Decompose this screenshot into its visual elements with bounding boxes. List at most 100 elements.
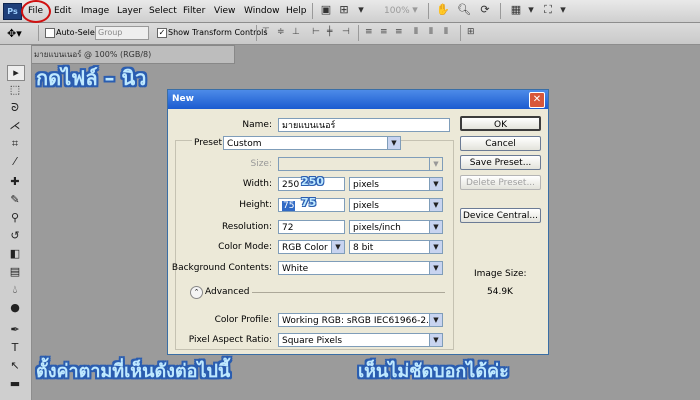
dialog-titlebar[interactable]: New ✕ [168, 90, 548, 109]
options-separator [460, 25, 461, 41]
background-contents-label: Background Contents: [171, 263, 272, 273]
menu-layer[interactable]: Layer [117, 4, 142, 18]
align-top-icon[interactable]: ⊤ [262, 27, 272, 38]
clone-stamp-tool-icon[interactable]: ⚲ [7, 211, 23, 225]
show-transform-checkbox[interactable]: ✓ [157, 28, 167, 38]
device-central-button[interactable]: Device Central... [460, 208, 541, 223]
resolution-unit-dropdown[interactable]: pixels/inch ▼ [349, 220, 443, 234]
blur-tool-icon[interactable]: 💧︎ [7, 283, 23, 297]
align-vcenter-icon[interactable]: ≑ [277, 27, 287, 38]
chevron-down-icon: ▼ [429, 178, 442, 190]
extras-icon[interactable]: ⊞ [336, 3, 352, 17]
align-right-icon[interactable]: ⊣ [342, 27, 352, 38]
distribute-hcenter-icon[interactable]: ⦀ [429, 27, 439, 38]
move-tool-icon[interactable]: ▸ [7, 65, 25, 81]
color-profile-dropdown[interactable]: Working RGB: sRGB IEC61966-2.1 ▼ [278, 313, 443, 327]
height-handwritten-annotation: 75 [301, 196, 317, 209]
ok-button[interactable]: OK [460, 116, 541, 131]
background-contents-dropdown[interactable]: White ▼ [278, 261, 443, 275]
rotate-view-icon[interactable]: ⟳ [477, 3, 493, 17]
type-tool-icon[interactable]: T [7, 341, 23, 355]
color-mode-dropdown[interactable]: RGB Color ▼ [278, 240, 345, 254]
align-bottom-icon[interactable]: ⊥ [292, 27, 302, 38]
close-icon[interactable]: ✕ [529, 92, 545, 108]
healing-brush-tool-icon[interactable]: ✚ [7, 175, 23, 189]
screen-mode-dropdown-icon[interactable]: ▾ [558, 3, 568, 17]
preset-value: Custom [227, 139, 262, 149]
save-preset-button[interactable]: Save Preset... [460, 155, 541, 170]
eraser-tool-icon[interactable]: ◧ [7, 247, 23, 261]
distribute-left-icon[interactable]: ⦀ [414, 27, 424, 38]
new-document-dialog: New ✕ Name: มายแบนเนอร์ Preset: Custom ▼… [167, 89, 549, 355]
history-brush-tool-icon[interactable]: ↺ [7, 229, 23, 243]
auto-align-layers-icon[interactable]: ⊞ [467, 27, 477, 38]
height-unit-dropdown[interactable]: pixels ▼ [349, 198, 443, 212]
resolution-unit-value: pixels/inch [353, 223, 401, 233]
gradient-tool-icon[interactable]: ▤ [7, 265, 23, 279]
move-tool-preset-icon[interactable]: ✥▾ [7, 26, 33, 41]
resolution-field[interactable]: 72 [278, 220, 345, 234]
menu-help[interactable]: Help [286, 4, 307, 18]
height-value: 75 [282, 201, 296, 211]
auto-select-checkbox[interactable] [45, 28, 55, 38]
menu-window[interactable]: Window [244, 4, 280, 18]
bridge-icon[interactable]: ▣ [318, 3, 334, 17]
bit-depth-dropdown[interactable]: 8 bit ▼ [349, 240, 443, 254]
menu-image[interactable]: Image [81, 4, 109, 18]
options-bar: ✥▾ Auto-Select: Group ✓ Show Transform C… [0, 23, 700, 45]
pen-tool-icon[interactable]: ✒ [7, 323, 23, 337]
preset-dropdown[interactable]: Custom ▼ [223, 136, 401, 150]
advanced-label: Advanced [205, 287, 250, 297]
zoom-tool-icon[interactable]: 🔍︎ [456, 3, 472, 17]
shape-tool-icon[interactable]: ▬ [7, 377, 23, 391]
menu-view[interactable]: View [214, 4, 235, 18]
height-unit-value: pixels [353, 201, 379, 211]
color-mode-label: Color Mode: [218, 242, 272, 252]
annotation-bottom-left: ตั้งค่าตามที่เห็นดังต่อไปนี้ [36, 361, 231, 382]
image-size-label: Image Size: [474, 269, 527, 279]
width-unit-dropdown[interactable]: pixels ▼ [349, 177, 443, 191]
size-label: Size: [250, 159, 272, 169]
brush-tool-icon[interactable]: ✎ [7, 193, 23, 207]
magic-wand-tool-icon[interactable]: ⋌ [7, 119, 23, 133]
align-left-icon[interactable]: ⊢ [312, 27, 322, 38]
pixel-aspect-ratio-label: Pixel Aspect Ratio: [188, 335, 272, 345]
crop-tool-icon[interactable]: ⌗ [7, 137, 23, 151]
menu-separator [500, 3, 501, 19]
advanced-divider [252, 292, 445, 293]
hand-tool-icon[interactable]: ✋ [435, 3, 451, 17]
width-value: 250 [282, 180, 300, 190]
size-dropdown[interactable]: ▼ [278, 157, 443, 171]
align-hcenter-icon[interactable]: ╪ [327, 27, 337, 38]
auto-select-value: Group [98, 28, 123, 37]
pixel-aspect-ratio-dropdown[interactable]: Square Pixels ▼ [278, 333, 443, 347]
zoom-level[interactable]: 100% [384, 4, 410, 18]
distribute-top-icon[interactable]: ≡ [365, 27, 375, 38]
distribute-vcenter-icon[interactable]: ≡ [380, 27, 390, 38]
extras-dropdown-icon[interactable]: ▾ [355, 3, 367, 17]
menu-filter[interactable]: Filter [183, 4, 205, 18]
path-selection-tool-icon[interactable]: ↖ [7, 359, 23, 373]
chevron-down-icon: ▼ [429, 221, 442, 233]
distribute-right-icon[interactable]: ⦀ [444, 27, 454, 38]
arrange-dropdown-icon[interactable]: ▾ [526, 3, 536, 17]
distribute-bottom-icon[interactable]: ≡ [395, 27, 405, 38]
preset-label: Preset: [192, 136, 228, 150]
chevron-down-icon: ▼ [429, 158, 442, 170]
cancel-button[interactable]: Cancel [460, 136, 541, 151]
arrange-documents-icon[interactable]: ▦ [508, 3, 524, 17]
eyedropper-tool-icon[interactable]: ⁄ [7, 155, 23, 169]
zoom-dropdown-icon[interactable]: ▾ [410, 3, 420, 17]
screen-mode-icon[interactable]: ⛶ [540, 3, 556, 17]
auto-select-dropdown[interactable]: Group [95, 26, 149, 40]
dodge-tool-icon[interactable]: ● [7, 301, 23, 315]
name-field[interactable]: มายแบนเนอร์ [278, 118, 450, 132]
menu-select[interactable]: Select [149, 4, 177, 18]
lasso-tool-icon[interactable]: ᘐ [7, 101, 23, 115]
advanced-toggle-icon[interactable]: ⌃ [190, 286, 203, 299]
chevron-down-icon: ▼ [429, 241, 442, 253]
delete-preset-button[interactable]: Delete Preset... [460, 175, 541, 190]
menu-edit[interactable]: Edit [54, 4, 71, 18]
name-value: มายแบนเนอร์ [282, 121, 336, 131]
marquee-tool-icon[interactable]: ⬚ [7, 83, 23, 97]
